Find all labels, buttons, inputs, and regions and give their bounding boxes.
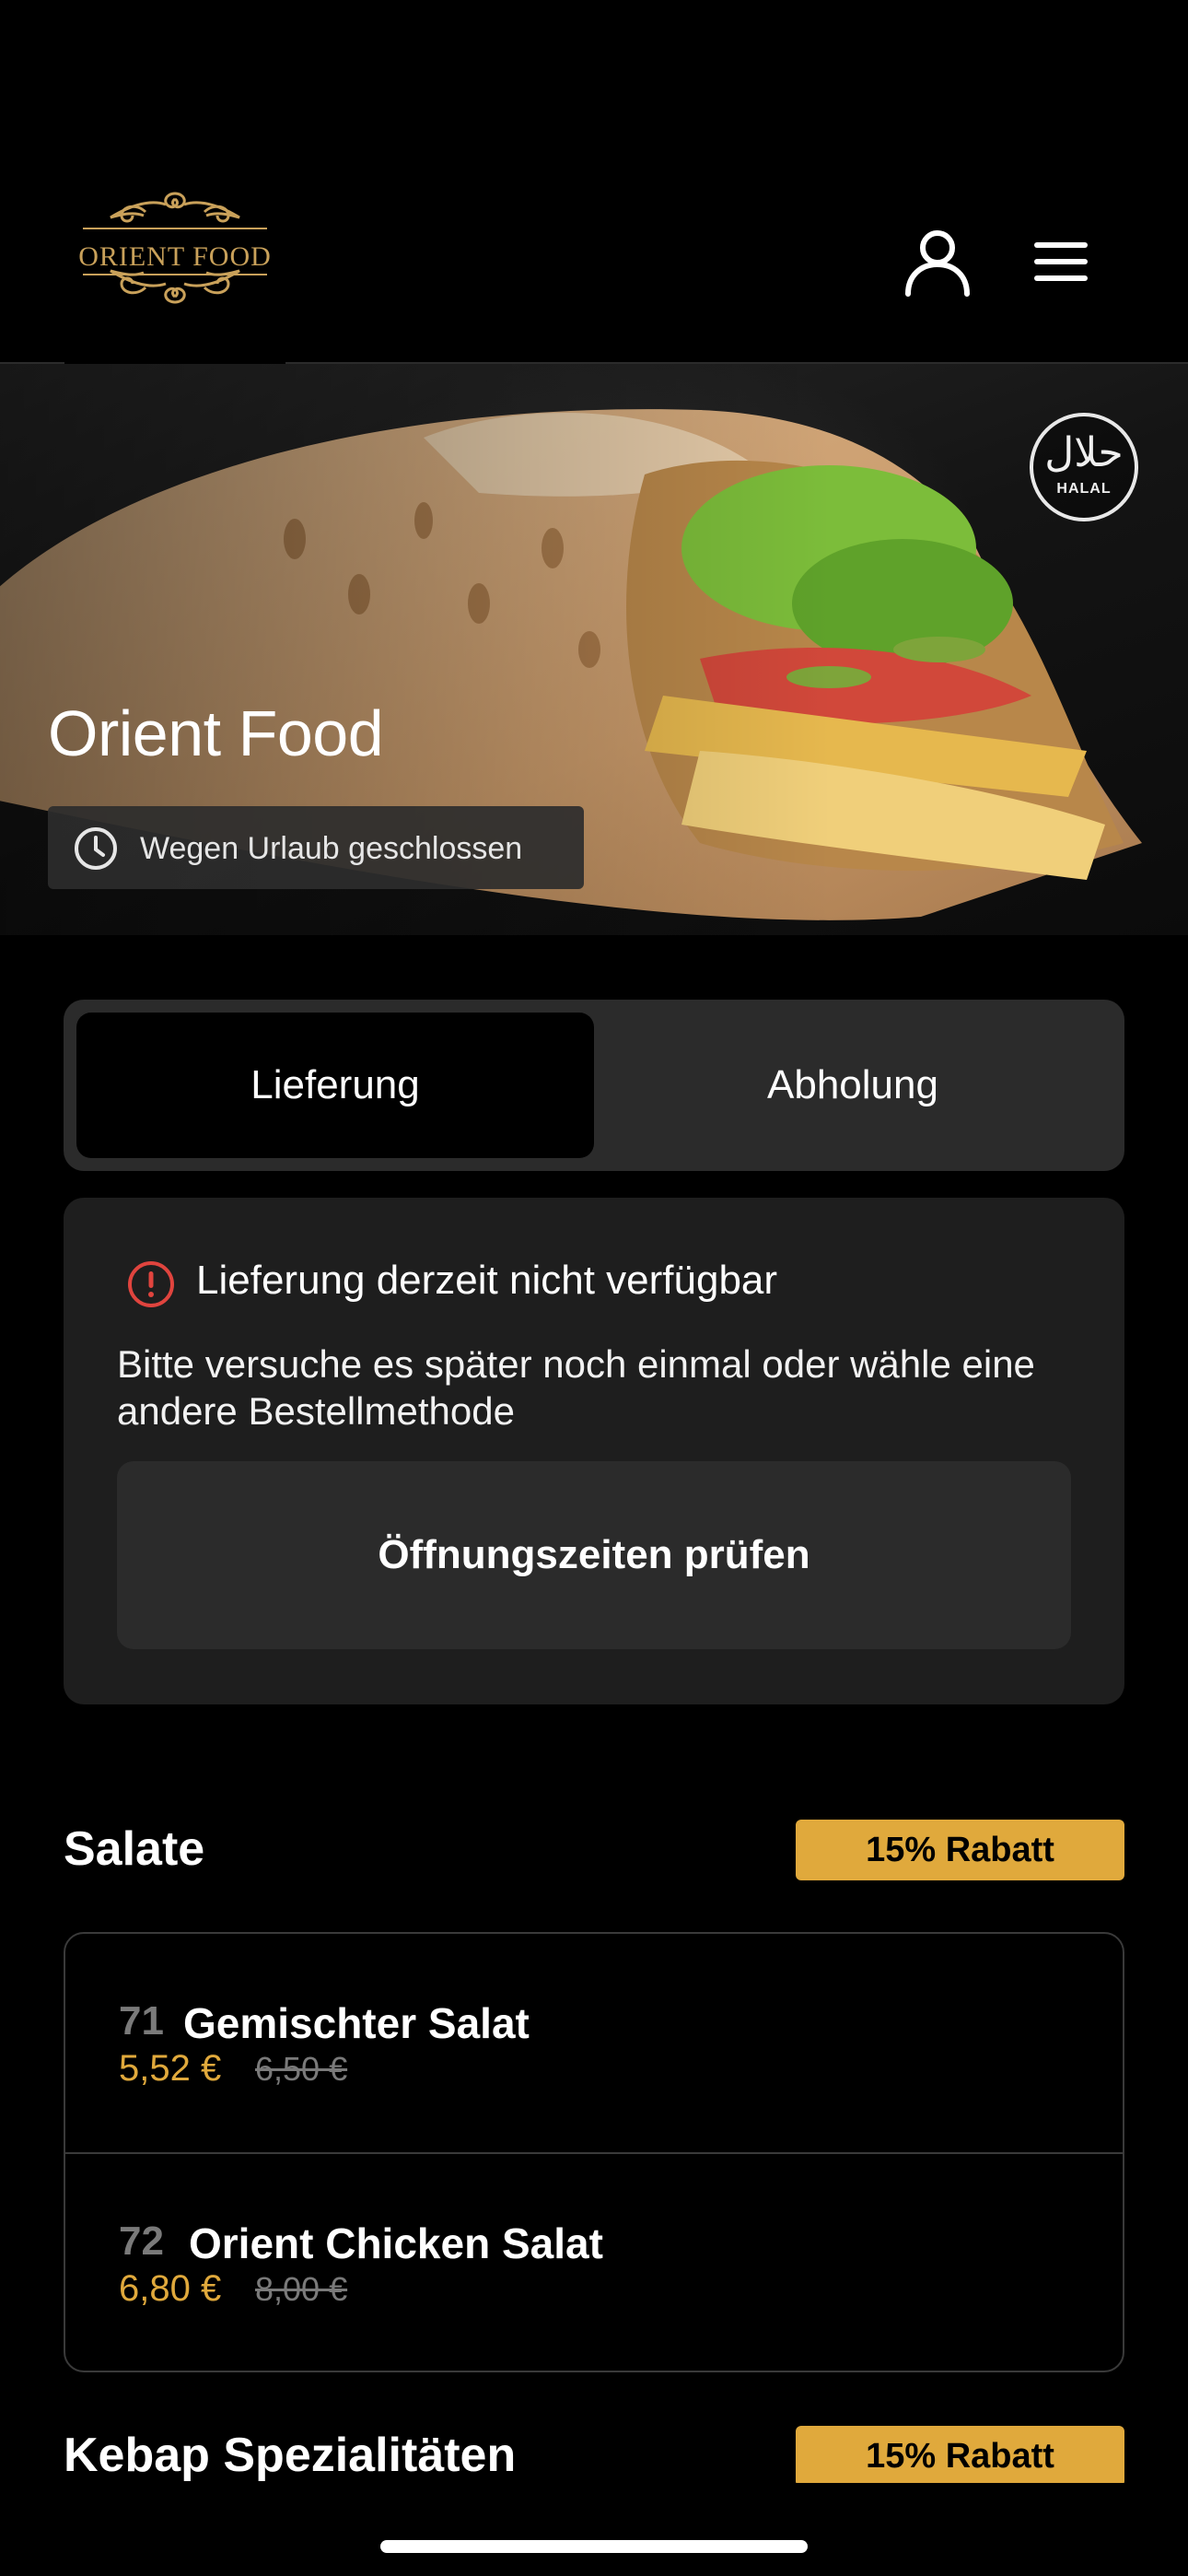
clock-icon [75,827,117,870]
hamburger-menu-icon [1034,242,1088,281]
section-title-salate: Salate [64,1822,205,1876]
logo-text: ORIENT FOOD [78,241,272,272]
item-original-price: 8,00 € [255,2270,348,2308]
halal-arabic-text: حلال [1044,430,1124,475]
account-button[interactable] [901,226,974,299]
section-title-kebap: Kebap Spezialitäten [64,2429,517,2482]
item-price: 6,80 € [119,2268,222,2309]
delivery-unavailable-card: Lieferung derzeit nicht verfügbar Bitte … [64,1198,1124,1704]
menu-item[interactable]: 72 Orient Chicken Salat 6,80 € 8,00 € [65,2154,1123,2371]
opening-status-pill: Wegen Urlaub geschlossen [48,806,584,889]
home-indicator[interactable] [380,2540,808,2553]
menu-button[interactable] [1029,235,1097,290]
menu-item[interactable]: 71 Gemischter Salat 5,52 € 6,50 € [65,1934,1123,2154]
halal-text: HALAL [1056,481,1112,497]
user-icon [905,230,970,297]
info-circle-icon [128,1261,174,1307]
order-mode-toggle: Lieferung Abholung [64,1000,1124,1171]
bottom-safe-area [0,2483,1188,2576]
menu-list-salate: 71 Gemischter Salat 5,52 € 6,50 € 72 Ori… [64,1932,1124,2372]
item-number: 72 [119,2219,164,2264]
discount-badge: 15% Rabatt [796,1820,1124,1880]
item-original-price: 6,50 € [255,2050,348,2088]
notice-title: Lieferung derzeit nicht verfügbar [196,1258,778,1303]
check-opening-hours-button[interactable]: Öffnungszeiten prüfen [117,1461,1071,1649]
opening-status-text: Wegen Urlaub geschlossen [140,831,523,866]
tab-pickup[interactable]: Abholung [594,1013,1112,1158]
notice-message: Bitte versuche es später noch einmal ode… [117,1342,1035,1433]
restaurant-name: Orient Food [48,697,384,769]
tab-delivery[interactable]: Lieferung [76,1013,594,1158]
item-name: Gemischter Salat [183,1999,530,2047]
discount-badge: 15% Rabatt [796,2426,1124,2487]
item-number: 71 [119,1998,164,2043]
item-price: 5,52 € [119,2048,222,2089]
top-header: ORIENT FOOD [0,0,1188,373]
halal-badge: حلال HALAL [1030,413,1138,521]
item-name: Orient Chicken Salat [189,2219,603,2267]
orient-food-logo[interactable]: ORIENT FOOD [64,175,285,373]
